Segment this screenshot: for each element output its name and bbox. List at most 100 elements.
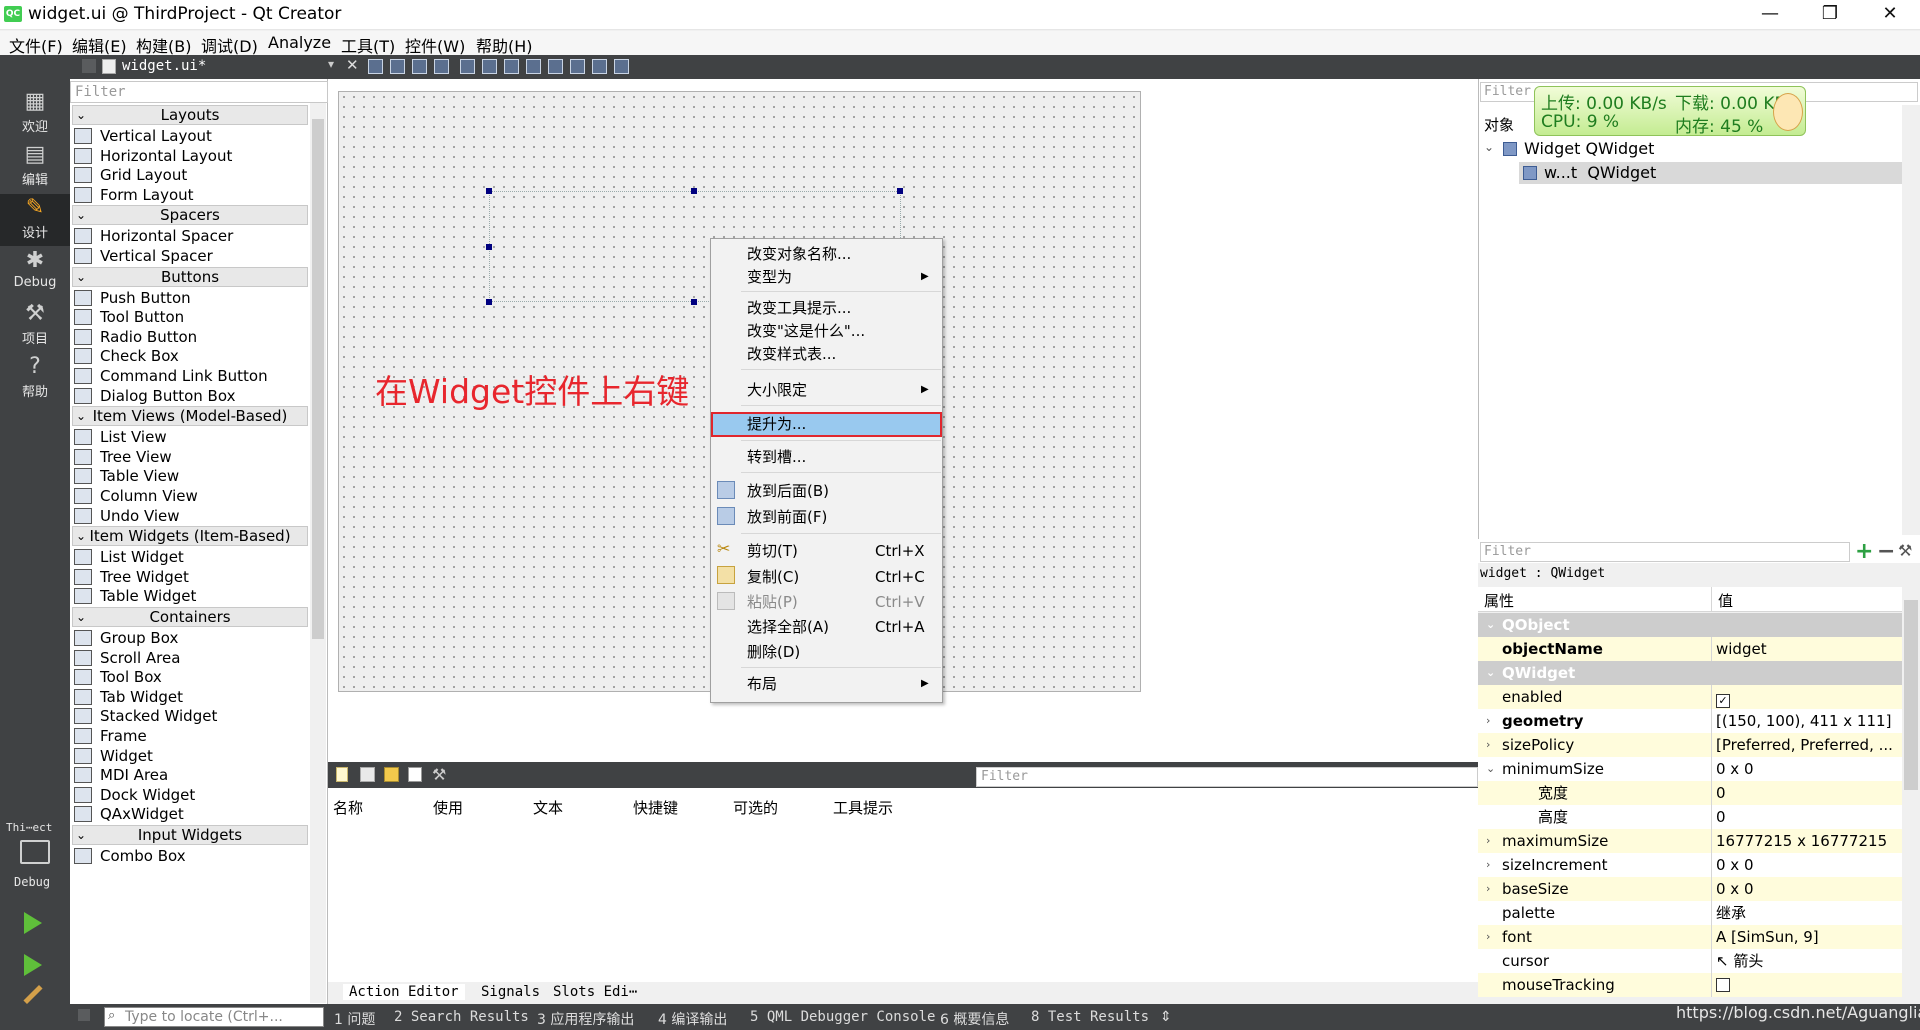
delete-action-icon[interactable] — [408, 767, 422, 782]
widget-item-widget[interactable]: Widget — [74, 746, 153, 766]
tab-signals[interactable]: Signals — [481, 984, 540, 1000]
remove-property-icon[interactable]: − — [1877, 539, 1895, 564]
category-spacers[interactable]: ⌄ Spacers — [72, 205, 308, 226]
column-header[interactable]: 名称 — [333, 797, 363, 818]
run-icon[interactable] — [24, 912, 42, 934]
add-property-icon[interactable]: + — [1855, 539, 1873, 564]
widget-box-scroll-thumb[interactable] — [312, 119, 324, 639]
menu-item-stylesheet[interactable]: 改变样式表... — [747, 343, 836, 365]
object-inspector-scrollbar[interactable] — [1902, 105, 1920, 535]
selection-handle[interactable] — [897, 188, 903, 194]
column-header[interactable]: 可选的 — [733, 797, 778, 818]
property-row-item[interactable]: objectName widget — [1478, 637, 1902, 661]
vertical-splitter-icon[interactable] — [526, 59, 541, 74]
menu-tools[interactable]: 工具(T) — [341, 33, 395, 57]
property-value[interactable]: ↖ 箭头 — [1716, 949, 1763, 973]
widget-item-horizontal-layout[interactable]: Horizontal Layout — [74, 146, 232, 166]
document-tab[interactable]: widget.ui* — [122, 58, 206, 74]
tree-collapse-icon[interactable]: ⌄ — [1484, 140, 1494, 154]
chevron-right-icon[interactable]: › — [1486, 709, 1490, 733]
tree-item-root[interactable]: Widget QWidget — [1524, 139, 1654, 158]
widget-item-qaxwidget[interactable]: QAxWidget — [74, 804, 184, 824]
property-row-group[interactable]: ⌄ QObject — [1478, 613, 1902, 637]
document-dropdown-icon[interactable]: ▾ — [328, 57, 334, 71]
property-checkbox[interactable]: ✓ — [1716, 685, 1730, 709]
pane-app-output[interactable]: 3 应用程序输出 — [537, 1009, 634, 1029]
column-header[interactable]: 文本 — [533, 797, 563, 818]
form-layout-icon[interactable] — [548, 59, 563, 74]
close-button[interactable]: ✕ — [1860, 0, 1920, 30]
widget-item-frame[interactable]: Frame — [74, 726, 147, 746]
widget-item-dock-widget[interactable]: Dock Widget — [74, 785, 195, 805]
widget-item-table-view[interactable]: Table View — [74, 466, 179, 486]
widget-item-push-button[interactable]: Push Button — [74, 288, 191, 308]
mode-design[interactable]: ✎ 设计 — [0, 194, 70, 246]
action-editor-filter[interactable]: Filter — [976, 767, 1478, 787]
menu-debug[interactable]: 调试(D) — [201, 33, 258, 57]
menu-item-promote[interactable]: 提升为... — [747, 413, 806, 435]
chevron-down-icon[interactable]: ⌄ — [1486, 613, 1495, 637]
property-value[interactable]: 0 x 0 — [1716, 757, 1754, 781]
object-column-header[interactable]: 对象 — [1484, 114, 1514, 135]
selection-handle[interactable] — [486, 244, 492, 250]
property-editor-filter[interactable]: Filter — [1480, 542, 1850, 562]
tab-slots-editor[interactable]: Slots Edi⋯ — [553, 984, 637, 1000]
paste-action-icon[interactable] — [384, 767, 399, 782]
mode-help[interactable]: ? 帮助 — [0, 353, 70, 405]
pane-test-results[interactable]: 8 Test Results — [1031, 1009, 1149, 1025]
mode-welcome[interactable]: ▦ 欢迎 — [0, 88, 70, 140]
chevron-down-icon[interactable]: ⌄ — [1486, 757, 1495, 781]
widget-item-form-layout[interactable]: Form Layout — [74, 185, 194, 205]
maximize-button[interactable]: ❐ — [1800, 0, 1860, 30]
column-header[interactable]: 工具提示 — [833, 797, 893, 818]
widget-item-mdi-area[interactable]: MDI Area — [74, 765, 168, 785]
property-value[interactable]: 16777215 x 16777215 — [1716, 829, 1887, 853]
property-value[interactable]: widget — [1716, 637, 1767, 661]
menu-item-promote-highlight[interactable] — [711, 412, 942, 437]
widget-item-radio-button[interactable]: Radio Button — [74, 327, 197, 347]
property-value[interactable]: 0 — [1716, 781, 1726, 805]
horizontal-layout-icon[interactable] — [460, 59, 475, 74]
new-action-icon[interactable] — [336, 767, 348, 782]
widget-item-grid-layout[interactable]: Grid Layout — [74, 165, 187, 185]
selection-handle[interactable] — [691, 299, 697, 305]
chevron-right-icon[interactable]: › — [1486, 925, 1490, 949]
widget-item-check-box[interactable]: Check Box — [74, 346, 179, 366]
sidebar-toggle-icon[interactable] — [78, 1009, 90, 1021]
menu-item-whatsthis[interactable]: 改变"这是什么"... — [747, 320, 865, 342]
category-containers[interactable]: ⌄ Containers — [72, 607, 308, 627]
property-row-item[interactable]: › sizeIncrement 0 x 0 — [1478, 853, 1902, 877]
category-input-widgets[interactable]: ⌄ Input Widgets — [72, 825, 308, 845]
widget-item-list-widget[interactable]: List Widget — [74, 547, 184, 567]
widget-item-horizontal-spacer[interactable]: Horizontal Spacer — [74, 226, 233, 246]
property-row-item[interactable]: › geometry [(150, 100), 411 x 111] — [1478, 709, 1902, 733]
configure-wrench-icon[interactable]: ⚒ — [432, 765, 446, 784]
property-row-item[interactable]: mouseTracking — [1478, 973, 1902, 997]
checkbox[interactable]: ✓ — [1716, 694, 1730, 708]
menu-item-send-back[interactable]: 放到后面(B) — [747, 480, 829, 502]
menu-widgets[interactable]: 控件(W) — [405, 33, 465, 57]
vertical-layout-icon[interactable] — [482, 59, 497, 74]
property-value[interactable]: 0 x 0 — [1716, 877, 1754, 901]
property-row-item[interactable]: ⌄ minimumSize 0 x 0 — [1478, 757, 1902, 781]
menu-build[interactable]: 构建(B) — [136, 33, 191, 57]
property-row-item[interactable]: palette 继承 — [1478, 901, 1902, 925]
column-header[interactable]: 使用 — [433, 797, 463, 818]
pane-general-messages[interactable]: 6 概要信息 — [940, 1009, 1009, 1029]
widget-item-undo-view[interactable]: Undo View — [74, 506, 180, 526]
horizontal-splitter-icon[interactable] — [504, 59, 519, 74]
property-row-item[interactable]: 高度 0 — [1478, 805, 1902, 829]
widget-item-column-view[interactable]: Column View — [74, 486, 198, 506]
widget-item-scroll-area[interactable]: Scroll Area — [74, 648, 180, 668]
pane-toggle-icon[interactable]: ⇕ — [1160, 1009, 1172, 1025]
property-row-item[interactable]: 宽度 0 — [1478, 781, 1902, 805]
chevron-right-icon[interactable]: › — [1486, 829, 1490, 853]
chevron-right-icon[interactable]: › — [1486, 877, 1490, 901]
menu-item-cut[interactable]: 剪切(T) — [747, 540, 798, 562]
menu-item-tooltip[interactable]: 改变工具提示... — [747, 297, 851, 319]
menu-item-size-constraints[interactable]: 大小限定 — [747, 379, 807, 401]
pane-issues[interactable]: 1 问题 — [334, 1009, 375, 1029]
category-item-widgets-item-based[interactable]: ⌄ Item Widgets (Item-Based) — [72, 526, 308, 547]
debug-run-icon[interactable] — [24, 954, 42, 976]
pane-compile-output[interactable]: 4 编译输出 — [658, 1009, 727, 1029]
